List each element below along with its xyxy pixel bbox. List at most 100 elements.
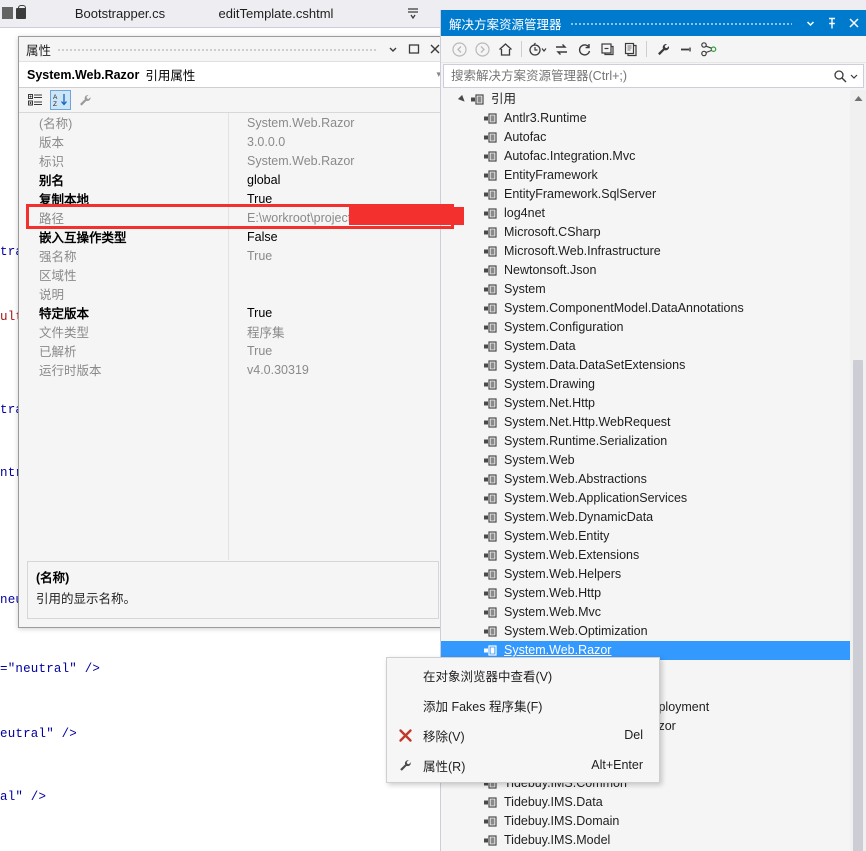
tree-node[interactable]: System.Web.Optimization — [441, 622, 866, 641]
tree-node[interactable]: Autofac — [441, 128, 866, 147]
property-value[interactable]: 程序集 — [228, 322, 447, 341]
property-row[interactable]: 版本 3.0.0.0 — [19, 132, 447, 151]
collapse-all-icon[interactable] — [596, 38, 618, 60]
tree-node[interactable]: Tidebuy.IMS.Data — [441, 793, 866, 812]
property-row[interactable]: 文件类型 程序集 — [19, 322, 447, 341]
context-menu[interactable]: 在对象浏览器中查看(V) 添加 Fakes 程序集(F) 移除(V) Del 属性(R)… — [386, 657, 660, 783]
chevron-down-icon[interactable] — [849, 72, 859, 80]
tree-node-label: System.Web — [504, 453, 575, 467]
tree-node[interactable]: System.Web.ApplicationServices — [441, 489, 866, 508]
property-row[interactable]: 标识 System.Web.Razor — [19, 151, 447, 170]
tree-node[interactable]: System.Net.Http.WebRequest — [441, 413, 866, 432]
property-row[interactable]: 说明 — [19, 284, 447, 303]
tree-node[interactable]: System.Web.Abstractions — [441, 470, 866, 489]
tree-node[interactable]: Newtonsoft.Json — [441, 261, 866, 280]
tree-node[interactable]: System.Data.DataSetExtensions — [441, 356, 866, 375]
properties-grid[interactable]: (名称) System.Web.Razor 版本 3.0.0.0 标识 System.We… — [19, 113, 447, 560]
property-row[interactable]: 别名 global — [19, 170, 447, 189]
tree-node[interactable]: Tidebuy.IMS.Domain — [441, 812, 866, 831]
property-value[interactable]: global — [228, 173, 447, 187]
tree-node[interactable]: log4net — [441, 204, 866, 223]
context-menu-item[interactable]: 在对象浏览器中查看(V) — [387, 660, 659, 690]
show-all-files-icon[interactable] — [619, 38, 641, 60]
property-row[interactable]: 嵌入互操作类型 False — [19, 227, 447, 246]
search-icon[interactable] — [831, 69, 849, 83]
property-value[interactable]: True — [228, 192, 447, 206]
tree-node[interactable]: System.Web.Helpers — [441, 565, 866, 584]
property-value[interactable]: System.Web.Razor — [228, 116, 447, 130]
tree-node[interactable]: System.Web — [441, 451, 866, 470]
clock-filter-icon[interactable] — [527, 38, 549, 60]
property-row[interactable]: 运行时版本 v4.0.30319 — [19, 360, 447, 379]
tree-node[interactable]: System.Runtime.Serialization — [441, 432, 866, 451]
preview-icon[interactable] — [675, 38, 697, 60]
tree-node[interactable]: EntityFramework — [441, 166, 866, 185]
expander-collapse-icon[interactable] — [455, 93, 469, 107]
refresh-icon[interactable] — [573, 38, 595, 60]
property-row[interactable]: 特定版本 True — [19, 303, 447, 322]
context-menu-shortcut: Alt+Enter — [591, 758, 643, 772]
pin-icon[interactable] — [822, 13, 842, 33]
property-value[interactable]: True — [228, 344, 447, 358]
tree-node[interactable]: EntityFramework.SqlServer — [441, 185, 866, 204]
tree-node[interactable]: System.Web.DynamicData — [441, 508, 866, 527]
property-value[interactable]: System.Web.Razor — [228, 154, 447, 168]
properties-object-header[interactable]: System.Web.Razor 引用属性 ▾ — [19, 62, 447, 88]
search-box[interactable] — [443, 64, 864, 88]
context-menu-item[interactable]: 移除(V) Del — [387, 720, 659, 750]
context-menu-item[interactable]: 添加 Fakes 程序集(F) — [387, 690, 659, 720]
tab-bootstrapper-cs[interactable]: Bootstrapper.cs — [50, 0, 190, 27]
tree-node[interactable]: System.Net.Http — [441, 394, 866, 413]
property-row[interactable]: (名称) System.Web.Razor — [19, 113, 447, 132]
wrench-icon[interactable] — [652, 38, 674, 60]
property-row[interactable]: 已解析 True — [19, 341, 447, 360]
forward-arrow-icon[interactable] — [471, 38, 493, 60]
tree-node[interactable]: System — [441, 280, 866, 299]
back-arrow-icon[interactable] — [448, 38, 470, 60]
solution-explorer-titlebar[interactable]: 解决方案资源管理器 — [441, 10, 866, 36]
tree-node[interactable]: Antlr3.Runtime — [441, 109, 866, 128]
alphabetical-sort-icon[interactable]: A Z — [50, 90, 71, 110]
property-value[interactable]: True — [228, 306, 447, 320]
tree-node[interactable]: System.Drawing — [441, 375, 866, 394]
chevron-down-icon[interactable] — [384, 40, 402, 58]
home-icon[interactable] — [494, 38, 516, 60]
scroll-up-arrow-icon[interactable] — [850, 90, 866, 107]
search-input[interactable] — [451, 69, 831, 83]
context-menu-shortcut: Del — [624, 728, 643, 742]
tree-node[interactable]: System.Web.Entity — [441, 527, 866, 546]
sync-arrows-icon[interactable] — [550, 38, 572, 60]
tree-node[interactable]: Microsoft.Web.Infrastructure — [441, 242, 866, 261]
tree-node[interactable]: Autofac.Integration.Mvc — [441, 147, 866, 166]
property-value[interactable]: 3.0.0.0 — [228, 135, 447, 149]
assembly-icon — [484, 151, 498, 163]
properties-titlebar[interactable]: 属性 — [19, 36, 447, 62]
property-value[interactable]: True — [228, 249, 447, 263]
tab-edittemplate-cshtml[interactable]: editTemplate.cshtml — [196, 0, 356, 27]
tree-node[interactable]: System.Web.Extensions — [441, 546, 866, 565]
close-icon[interactable] — [844, 13, 864, 33]
tree-node[interactable]: System.Data — [441, 337, 866, 356]
property-row[interactable]: 强名称 True — [19, 246, 447, 265]
tree-node[interactable]: Microsoft.CSharp — [441, 223, 866, 242]
property-row[interactable]: 复制本地 True — [19, 189, 447, 208]
property-row[interactable]: 区域性 — [19, 265, 447, 284]
code-view-icon[interactable] — [698, 38, 720, 60]
property-value[interactable]: False — [228, 230, 447, 244]
wrench-icon[interactable] — [75, 90, 96, 110]
property-value[interactable]: v4.0.30319 — [228, 363, 447, 377]
maximize-icon[interactable] — [405, 40, 423, 58]
tree-node[interactable]: Tidebuy.IMS.Model — [441, 831, 866, 850]
tab-overflow-button[interactable] — [404, 4, 422, 22]
context-menu-item[interactable]: 属性(R) Alt+Enter — [387, 750, 659, 780]
tree-node[interactable]: System.ComponentModel.DataAnnotations — [441, 299, 866, 318]
tree-scrollbar[interactable] — [850, 90, 866, 851]
chevron-down-icon[interactable] — [800, 13, 820, 33]
tree-node[interactable]: System.Web.Http — [441, 584, 866, 603]
assembly-icon — [484, 455, 498, 467]
scrollbar-thumb[interactable] — [853, 360, 863, 851]
tree-root-references[interactable]: 引用 — [441, 90, 866, 109]
tree-node[interactable]: System.Configuration — [441, 318, 866, 337]
tree-node[interactable]: System.Web.Mvc — [441, 603, 866, 622]
categorized-icon[interactable] — [25, 90, 46, 110]
